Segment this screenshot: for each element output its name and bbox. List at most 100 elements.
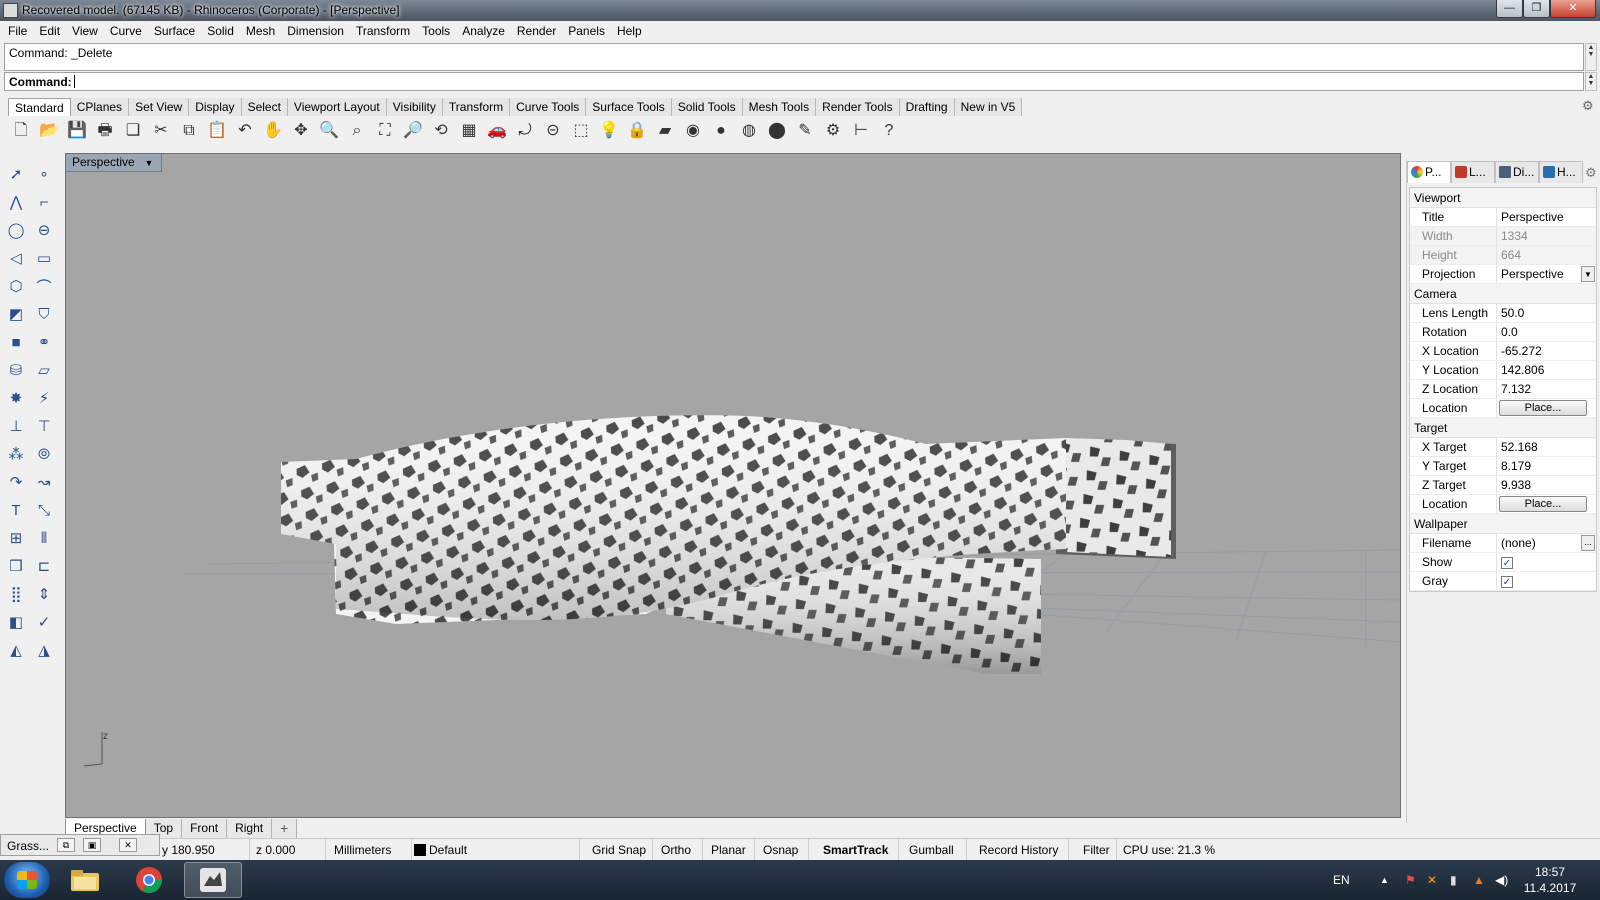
show-hidden-icons-icon[interactable]: ▲ xyxy=(1380,875,1389,885)
materials-icon[interactable]: ✎ xyxy=(792,118,818,144)
toolbar-tab-viewport-layout[interactable]: Viewport Layout xyxy=(287,98,387,116)
toolbar-tab-visibility[interactable]: Visibility xyxy=(386,98,443,116)
copy-icon[interactable]: ⧉ xyxy=(176,118,202,144)
open-folder-icon[interactable]: 📂 xyxy=(36,118,62,144)
menu-solid[interactable]: Solid xyxy=(201,21,240,41)
filter-toggle[interactable]: Filter xyxy=(1069,839,1117,861)
shaded-sphere-icon[interactable]: ● xyxy=(708,118,734,144)
distance-icon[interactable]: ⇕ xyxy=(30,580,58,608)
grid-snap-toggle[interactable]: Grid Snap xyxy=(583,839,653,861)
title-field[interactable]: Perspective xyxy=(1496,208,1596,226)
color-wheel-icon[interactable]: ◉ xyxy=(680,118,706,144)
y-location-field[interactable]: 142.806 xyxy=(1496,361,1596,379)
z-target-field[interactable]: 9.938 xyxy=(1496,476,1596,494)
toolbar-tab-curve-tools[interactable]: Curve Tools xyxy=(510,98,587,116)
units-indicator[interactable]: Millimeters xyxy=(326,839,412,861)
browse-file-button[interactable]: ... xyxy=(1581,535,1595,551)
mirror-icon[interactable]: ⫴ xyxy=(30,524,58,552)
rotation-field[interactable]: 0.0 xyxy=(1496,323,1596,341)
menu-dimension[interactable]: Dimension xyxy=(281,21,350,41)
offset-icon[interactable]: ↷ xyxy=(2,468,30,496)
check-icon[interactable]: ✓ xyxy=(30,608,58,636)
toolbar-tab-transform[interactable]: Transform xyxy=(442,98,511,116)
menu-surface[interactable]: Surface xyxy=(148,21,201,41)
taskbar-chrome[interactable] xyxy=(120,862,178,898)
toolbar-tab-set-view[interactable]: Set View xyxy=(129,98,190,116)
command-line-scrollbar[interactable]: ▲ ▼ xyxy=(1585,72,1597,91)
toolbar-tab-mesh-tools[interactable]: Mesh Tools xyxy=(742,98,817,116)
trim-icon[interactable]: ⚡ xyxy=(30,384,58,412)
maximize-small-button[interactable]: ▣ xyxy=(83,838,101,852)
taskbar-clock[interactable]: 18:57 11.4.2017 xyxy=(1515,864,1585,896)
toolbar-tab-display[interactable]: Display xyxy=(189,98,242,116)
join-icon[interactable]: ⊤ xyxy=(30,412,58,440)
circle-icon[interactable]: ◯ xyxy=(2,216,30,244)
rendered-sphere-icon[interactable]: ◍ xyxy=(736,118,762,144)
start-button[interactable] xyxy=(4,862,50,898)
show-checkbox[interactable]: ✓ xyxy=(1501,557,1513,569)
tab-front[interactable]: Front xyxy=(182,819,228,838)
tab-properties[interactable]: P... xyxy=(1407,161,1451,183)
box-edit-icon[interactable]: ❒ xyxy=(2,552,30,580)
light-bulb-icon[interactable]: 💡 xyxy=(596,118,622,144)
toolbar-tab-solid-tools[interactable]: Solid Tools xyxy=(671,98,743,116)
mesh-tools-icon[interactable]: ◭ xyxy=(2,636,30,664)
command-history-scrollbar[interactable]: ▲ ▼ xyxy=(1585,43,1597,71)
arc-icon[interactable]: ◁ xyxy=(2,244,30,272)
lens-length-field[interactable]: 50.0 xyxy=(1496,304,1596,322)
z-location-field[interactable]: 7.132 xyxy=(1496,380,1596,398)
select-arrow-icon[interactable]: ➚ xyxy=(2,160,30,188)
zoom-selected-icon[interactable]: 🔎 xyxy=(400,118,426,144)
taskbar-explorer[interactable] xyxy=(56,862,114,898)
render-sphere-icon[interactable]: ⬤ xyxy=(764,118,790,144)
car-icon[interactable]: 🚗 xyxy=(484,118,510,144)
toolbar-tab-standard[interactable]: Standard xyxy=(8,98,71,116)
toolbar-gear-icon[interactable]: ⚙ xyxy=(1582,99,1596,113)
zoom-window-icon[interactable]: 🔍 xyxy=(316,118,342,144)
tab-display[interactable]: Di... xyxy=(1495,161,1539,183)
volume-icon[interactable]: ◀) xyxy=(1495,873,1508,887)
minimize-button[interactable]: — xyxy=(1496,0,1523,18)
tab-right[interactable]: Right xyxy=(227,819,273,838)
record-history-toggle[interactable]: Record History xyxy=(967,839,1069,861)
gear-options-icon[interactable]: ⚙ xyxy=(820,118,846,144)
app-tray-icon[interactable]: ✕ xyxy=(1427,873,1437,887)
zoom-dynamic-icon[interactable]: ⌕ xyxy=(344,118,370,144)
array-icon[interactable]: ⊞ xyxy=(2,524,30,552)
menu-help[interactable]: Help xyxy=(611,21,648,41)
layer-icon[interactable]: ▰ xyxy=(652,118,678,144)
toolbar-tab-cplanes[interactable]: CPlanes xyxy=(70,98,130,116)
menu-file[interactable]: File xyxy=(2,21,33,41)
grasshopper-minimized-window[interactable]: Grass... ⧉ ▣ ✕ xyxy=(0,834,160,856)
taskbar-rhino[interactable] xyxy=(184,862,242,898)
menu-analyze[interactable]: Analyze xyxy=(456,21,511,41)
camera-place-button[interactable]: Place... xyxy=(1499,400,1587,416)
zoom-extents-icon[interactable]: ⛶ xyxy=(372,118,398,144)
ellipse-icon[interactable]: ⊖ xyxy=(30,216,58,244)
cut-icon[interactable]: ✂ xyxy=(148,118,174,144)
menu-mesh[interactable]: Mesh xyxy=(240,21,281,41)
flame-tray-icon[interactable]: ▲ xyxy=(1473,873,1485,887)
toolbar-tab-drafting[interactable]: Drafting xyxy=(899,98,955,116)
toolbar-tab-select[interactable]: Select xyxy=(241,98,288,116)
tab-layers[interactable]: L... xyxy=(1451,161,1495,183)
polygon-icon[interactable]: ⬡ xyxy=(2,272,30,300)
perspective-viewport[interactable]: z Perspective ▼ xyxy=(65,153,1401,818)
polyline-icon[interactable]: ⋀ xyxy=(2,188,30,216)
panel-gear-icon[interactable]: ⚙ xyxy=(1585,165,1597,181)
x-target-field[interactable]: 52.168 xyxy=(1496,438,1596,456)
language-indicator[interactable]: EN xyxy=(1333,873,1350,887)
boolean-union-icon[interactable]: ⚭ xyxy=(30,328,58,356)
close-button[interactable]: ✕ xyxy=(1550,0,1596,18)
tab-help[interactable]: H... xyxy=(1539,161,1583,183)
surface-corner-icon[interactable]: ◩ xyxy=(2,300,30,328)
split-icon[interactable]: ⊥ xyxy=(2,412,30,440)
grid-array-icon[interactable]: ⣿ xyxy=(2,580,30,608)
save-icon[interactable]: 💾 xyxy=(64,118,90,144)
gray-checkbox[interactable]: ✓ xyxy=(1501,576,1513,588)
osnap-toggle[interactable]: Osnap xyxy=(755,839,809,861)
help-icon[interactable]: ? xyxy=(876,118,902,144)
text-icon[interactable]: T xyxy=(2,496,30,524)
current-layer[interactable]: Default xyxy=(412,839,580,861)
toolbar-tab-surface-tools[interactable]: Surface Tools xyxy=(586,98,672,116)
